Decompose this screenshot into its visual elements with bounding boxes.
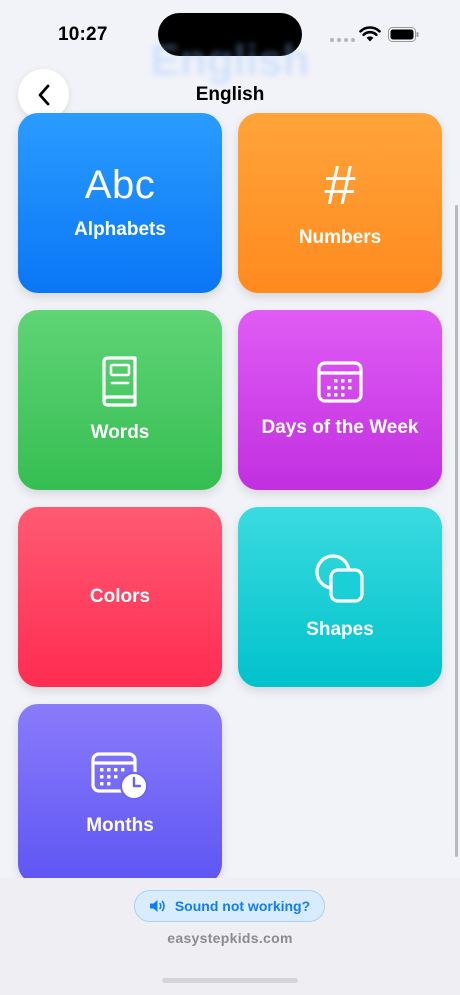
tile-label: Words (90, 422, 150, 443)
speaker-icon (149, 900, 165, 912)
home-indicator (162, 978, 298, 983)
tile-label: Months (86, 815, 154, 836)
tile-numbers[interactable]: # Numbers (238, 113, 442, 293)
calendar-clock-icon (91, 751, 149, 801)
abc-glyph: Abc (84, 163, 156, 207)
tile-alphabets[interactable]: Abc Alphabets (18, 113, 222, 293)
sound-not-working-button[interactable]: Sound not working? (134, 890, 325, 922)
calendar-icon (317, 361, 363, 403)
vertical-scrollbar[interactable] (455, 205, 458, 857)
tile-label: Numbers (298, 227, 382, 248)
tile-days-of-the-week[interactable]: Days of the Week (238, 310, 442, 490)
hash-icon: # (324, 153, 356, 216)
large-title-faded: English (150, 36, 310, 85)
tile-shapes[interactable]: Shapes (238, 507, 442, 687)
book-icon (99, 356, 141, 408)
screen: 10:27 English English Abc Alphabets # Nu… (0, 0, 460, 995)
tile-label: Alphabets (74, 219, 166, 240)
tile-months[interactable]: Months (18, 704, 222, 884)
tile-colors[interactable]: Colors (18, 507, 222, 687)
tile-label: Shapes (306, 619, 374, 640)
shapes-icon (313, 553, 367, 605)
tile-words[interactable]: Words (18, 310, 222, 490)
website-link[interactable]: easystepkids.com (0, 930, 460, 946)
sound-button-label: Sound not working? (174, 898, 311, 914)
tile-label: Colors (89, 586, 151, 607)
tile-label: Days of the Week (261, 417, 419, 438)
page-title: English (195, 84, 265, 105)
